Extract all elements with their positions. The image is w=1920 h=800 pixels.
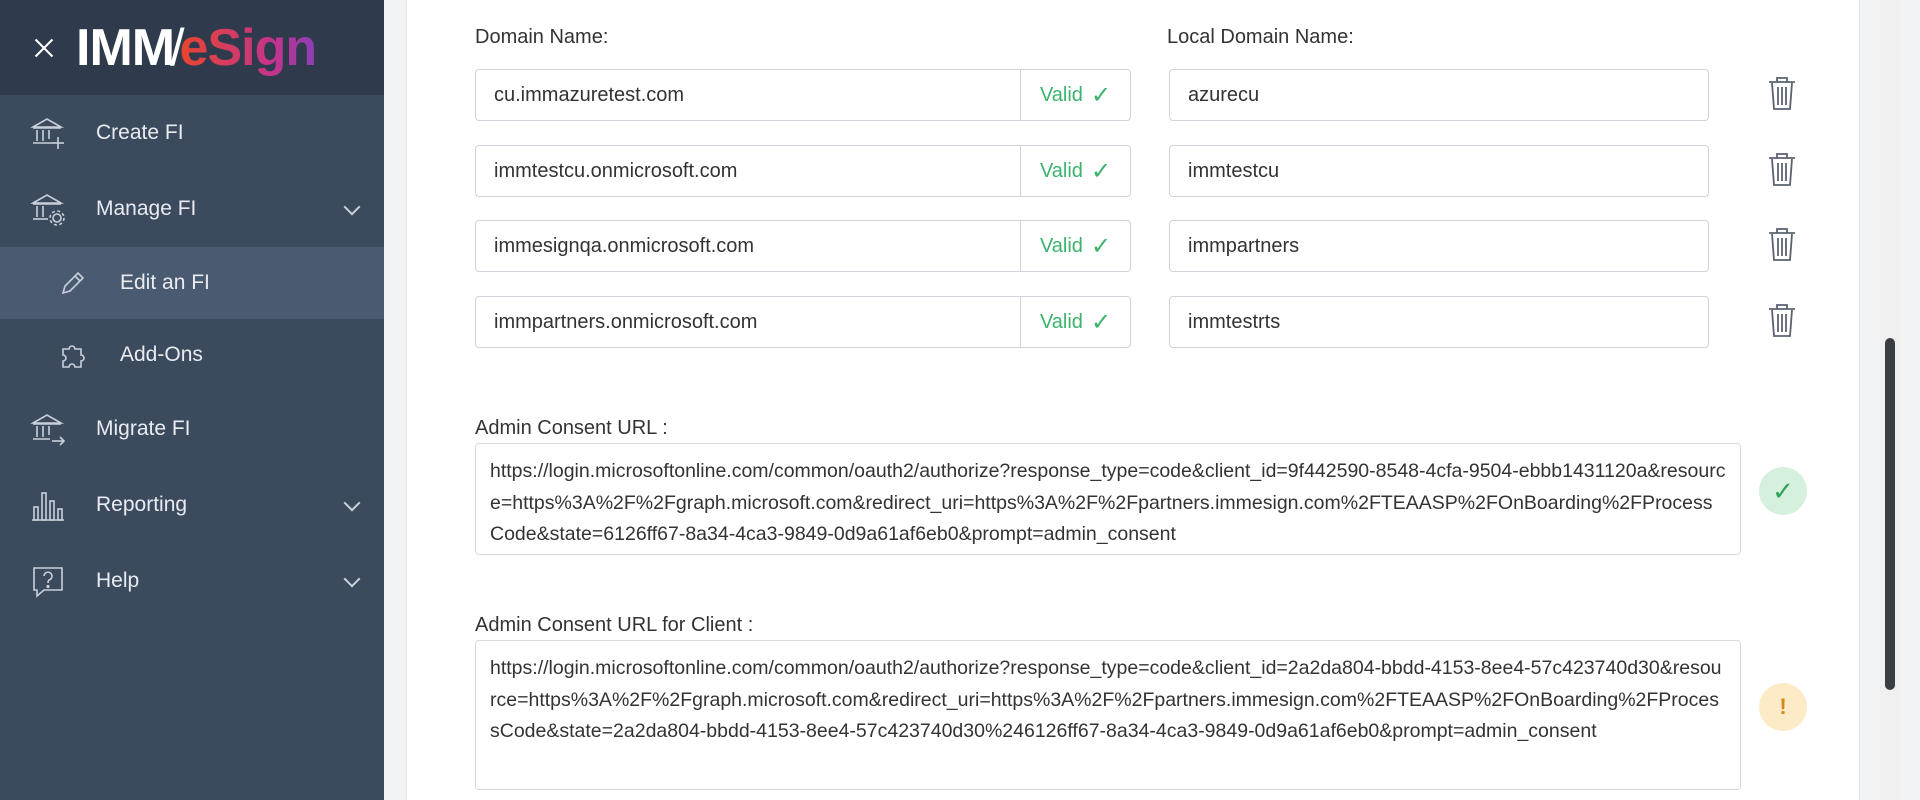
main-content: Domain Name: Local Domain Name: cu.immaz… [384, 0, 1900, 800]
domain-name-label: Domain Name: [475, 26, 609, 48]
bank-plus-icon [30, 115, 66, 151]
domain-row: immesignqa.onmicrosoft.com Valid ✓ immpar… [475, 220, 1815, 272]
question-icon [30, 563, 66, 599]
trash-icon[interactable] [1765, 151, 1799, 187]
vertical-scrollbar[interactable] [1880, 0, 1900, 800]
trash-icon[interactable] [1765, 226, 1799, 262]
client-consent-url-label: Admin Consent URL for Client : [475, 614, 754, 636]
bar-chart-icon [30, 487, 66, 523]
sidebar-item-manage-fi[interactable]: Manage FI [0, 171, 384, 247]
domain-field[interactable]: immpartners.onmicrosoft.com Valid ✓ [475, 296, 1131, 348]
valid-badge: Valid ✓ [1020, 297, 1130, 347]
local-domain-field[interactable]: immpartners [1169, 220, 1709, 272]
valid-badge: Valid ✓ [1020, 146, 1130, 196]
valid-badge: Valid ✓ [1020, 70, 1130, 120]
puzzle-icon [58, 340, 88, 370]
app-logo: IMM / eSign [76, 18, 318, 78]
valid-text: Valid [1039, 310, 1083, 333]
chevron-down-icon [343, 198, 361, 216]
valid-text: Valid [1039, 159, 1083, 182]
sidebar-item-add-ons[interactable]: Add-Ons [0, 319, 384, 391]
sidebar-item-edit-fi[interactable]: Edit an FI [0, 247, 384, 319]
domain-row: immtestcu.onmicrosoft.com Valid ✓ immtest… [475, 145, 1815, 197]
sidebar-item-label: Add-Ons [120, 343, 203, 366]
logo-esign: eSign [179, 18, 318, 77]
local-domain-name-label: Local Domain Name: [1167, 26, 1354, 48]
chevron-down-icon [343, 570, 361, 588]
domain-value: immpartners.onmicrosoft.com [494, 310, 758, 333]
domain-field[interactable]: immesignqa.onmicrosoft.com Valid ✓ [475, 220, 1131, 272]
sidebar-item-label: Migrate FI [96, 417, 191, 440]
domain-field[interactable]: cu.immazuretest.com Valid ✓ [475, 69, 1131, 121]
sidebar-item-label: Reporting [96, 493, 188, 516]
check-circle-icon: ✓ [1759, 467, 1807, 515]
bank-arrow-icon [30, 411, 66, 447]
check-icon: ✓ [1090, 232, 1112, 260]
form-card: Domain Name: Local Domain Name: cu.immaz… [406, 0, 1860, 800]
valid-text: Valid [1039, 234, 1083, 257]
domain-row: immpartners.onmicrosoft.com Valid ✓ immte… [475, 296, 1815, 348]
app-root: IMM / eSign Create FI Manage FI Edit an … [0, 0, 1920, 800]
close-icon[interactable] [30, 34, 58, 62]
domain-value: cu.immazuretest.com [494, 83, 685, 106]
local-domain-field[interactable]: azurecu [1169, 69, 1709, 121]
warning-circle-icon: ! [1759, 683, 1807, 731]
client-consent-url-field[interactable]: https://login.microsoftonline.com/common… [475, 640, 1741, 790]
domain-field[interactable]: immtestcu.onmicrosoft.com Valid ✓ [475, 145, 1131, 197]
local-domain-field[interactable]: immtestcu [1169, 145, 1709, 197]
domain-value: immtestcu.onmicrosoft.com [494, 159, 738, 182]
bank-gear-icon [30, 191, 66, 227]
sidebar-item-create-fi[interactable]: Create FI [0, 95, 384, 171]
check-icon: ✓ [1090, 308, 1112, 336]
local-domain-field[interactable]: immtestrts [1169, 296, 1709, 348]
chevron-down-icon [343, 494, 361, 512]
valid-text: Valid [1039, 83, 1083, 106]
check-icon: ✓ [1090, 81, 1112, 109]
trash-icon[interactable] [1765, 75, 1799, 111]
brand-bar: IMM / eSign [0, 0, 384, 95]
sidebar-item-label: Create FI [96, 121, 184, 144]
valid-badge: Valid ✓ [1020, 221, 1130, 271]
sidebar-item-reporting[interactable]: Reporting [0, 467, 384, 543]
sidebar-item-migrate-fi[interactable]: Migrate FI [0, 391, 384, 467]
sidebar-item-label: Help [96, 569, 140, 592]
sidebar-item-label: Edit an FI [120, 271, 210, 294]
sidebar-item-label: Manage FI [96, 197, 197, 220]
logo-imm: IMM [76, 18, 175, 77]
domain-row: cu.immazuretest.com Valid ✓ azurecu [475, 69, 1815, 121]
pencil-icon [58, 268, 88, 298]
trash-icon[interactable] [1765, 302, 1799, 338]
sidebar-item-help[interactable]: Help [0, 543, 384, 619]
check-icon: ✓ [1090, 157, 1112, 185]
scrollbar-thumb[interactable] [1885, 338, 1895, 690]
domain-value: immesignqa.onmicrosoft.com [494, 234, 755, 257]
admin-consent-url-field[interactable]: https://login.microsoftonline.com/common… [475, 443, 1741, 555]
admin-consent-url-label: Admin Consent URL : [475, 417, 668, 439]
sidebar: IMM / eSign Create FI Manage FI Edit an … [0, 0, 384, 800]
